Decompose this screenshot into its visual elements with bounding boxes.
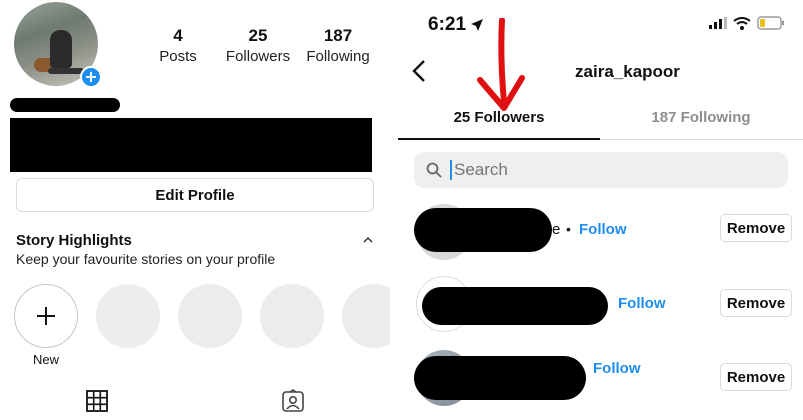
- username-suffix: e: [552, 221, 561, 238]
- highlight-placeholder: [178, 284, 242, 348]
- highlights-subtitle: Keep your favourite stories on your prof…: [16, 251, 276, 267]
- stat-count: 4: [173, 26, 183, 45]
- redacted-username: [414, 208, 552, 252]
- edit-profile-button[interactable]: Edit Profile: [16, 178, 374, 212]
- followers-tabs: 25 Followers 187 Following: [398, 104, 803, 140]
- redacted-bio: [10, 118, 372, 172]
- tab-following[interactable]: 187 Following: [600, 104, 802, 139]
- separator-dot: •: [566, 221, 571, 237]
- tagged-icon[interactable]: [281, 389, 305, 413]
- redacted-username: [422, 287, 608, 325]
- stat-following[interactable]: 187 Following: [298, 26, 378, 65]
- battery-icon: [757, 16, 784, 30]
- stat-posts[interactable]: 4 Posts: [138, 26, 218, 65]
- search-bar[interactable]: [414, 152, 788, 188]
- remove-button[interactable]: Remove: [720, 214, 792, 242]
- search-icon: [426, 162, 442, 178]
- follower-row[interactable]: Follow Remove: [412, 276, 792, 332]
- redacted-display-name: [10, 98, 120, 112]
- highlight-placeholder: [96, 284, 160, 348]
- highlight-placeholder: [342, 284, 390, 348]
- follow-button[interactable]: Follow: [579, 221, 627, 238]
- profile-username: zaira_kapoor: [575, 62, 680, 81]
- profile-avatar[interactable]: +: [14, 2, 102, 88]
- avatar-skateboard: [48, 68, 84, 74]
- highlight-placeholder: [260, 284, 324, 348]
- stat-label: Followers: [225, 48, 291, 65]
- profile-panel: + 4 Posts 25 Followers 187 Following Edi…: [0, 0, 390, 420]
- new-highlight-label: New: [32, 352, 59, 367]
- text-caret: [450, 160, 452, 180]
- redacted-username: [414, 356, 586, 400]
- stat-followers[interactable]: 25 Followers: [218, 26, 298, 65]
- status-icons: [709, 16, 785, 30]
- stat-count: 187: [323, 26, 353, 45]
- highlights-title: Story Highlights: [16, 232, 132, 249]
- stat-label: Posts: [159, 48, 197, 65]
- new-highlight-button[interactable]: [14, 284, 78, 348]
- chevron-up-icon[interactable]: [362, 234, 374, 246]
- follow-button[interactable]: Follow: [618, 295, 666, 312]
- red-annotation-arrow: [477, 18, 525, 111]
- followers-panel: 6:21 zaira_kapoor 25 Followers 187 Follo…: [398, 0, 803, 420]
- stat-label: Following: [306, 48, 370, 65]
- status-time-text: 6:21: [428, 14, 467, 35]
- search-input[interactable]: [454, 160, 754, 180]
- wifi-icon: [733, 16, 751, 30]
- plus-icon: [37, 307, 55, 325]
- follow-button[interactable]: Follow: [593, 360, 641, 377]
- profile-stats: 4 Posts 25 Followers 187 Following: [138, 26, 378, 65]
- avatar-person: [50, 30, 72, 68]
- add-story-plus-icon[interactable]: +: [80, 66, 102, 88]
- remove-button[interactable]: Remove: [720, 363, 792, 391]
- grid-icon[interactable]: [86, 390, 108, 412]
- follower-row[interactable]: e • Follow Remove: [412, 204, 792, 260]
- signal-icon: [709, 17, 727, 29]
- follower-row[interactable]: Follow Remove: [412, 350, 792, 406]
- remove-button[interactable]: Remove: [720, 289, 792, 317]
- stat-count: 25: [248, 26, 268, 45]
